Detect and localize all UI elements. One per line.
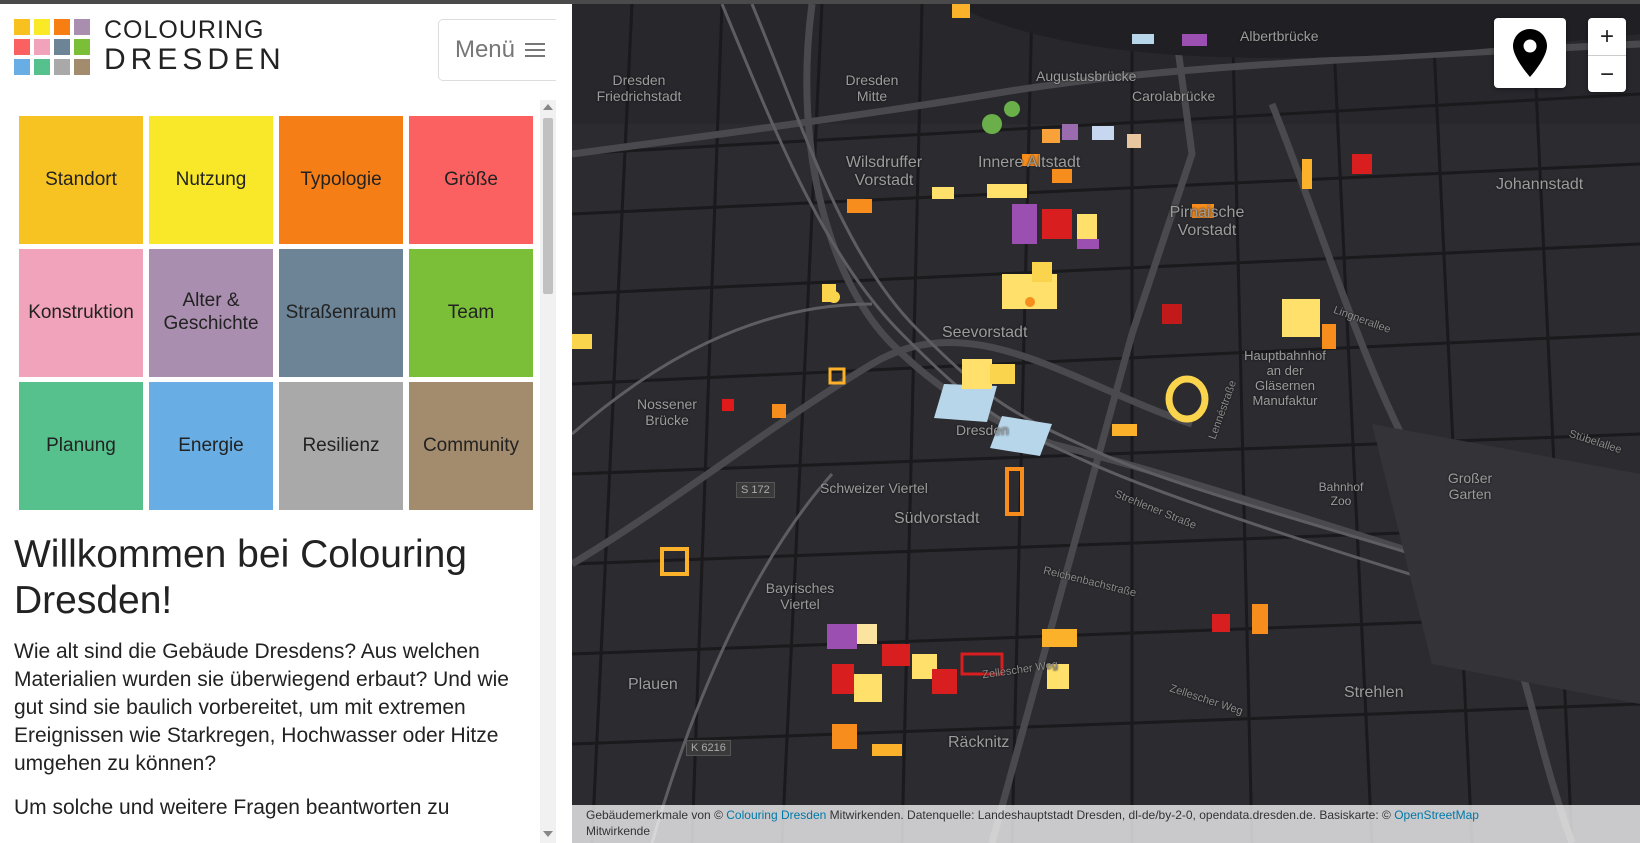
map-label-bahnhof-zoo: Bahnhof Zoo	[1318, 480, 1364, 508]
category-tile-typologie[interactable]: Typologie	[279, 116, 403, 244]
map-label-wilsdruffer-vorstadt: Wilsdruffer Vorstadt	[845, 154, 923, 189]
map-label-friedrichstadt: Dresden Friedrichstadt	[596, 72, 682, 104]
map-label-strehlen: Strehlen	[1344, 684, 1404, 701]
map-label-pirnaische-vorstadt: Pirnaische Vorstadt	[1169, 204, 1245, 239]
scroll-down-arrow-icon[interactable]	[543, 831, 553, 837]
zoom-out-button[interactable]: −	[1588, 56, 1626, 93]
sidebar-scrollbar[interactable]	[540, 100, 556, 843]
category-tile-community[interactable]: Community	[409, 382, 533, 510]
category-tile-strassenraum[interactable]: Straßenraum	[279, 249, 403, 377]
category-grid: Standort Nutzung Typologie Größe Konstru…	[19, 116, 533, 510]
logo-line2: DRESDEN	[104, 43, 286, 76]
map-label-dresden-hbf: Dresden	[956, 422, 1009, 438]
welcome-title: Willkommen bei Colouring Dresden!	[14, 533, 467, 622]
map-label-grosser-garten: Großer Garten	[1447, 470, 1493, 502]
category-tile-standort[interactable]: Standort	[19, 116, 143, 244]
left-panel: COLOURING DRESDEN Menü Standort Nutzung …	[0, 4, 556, 843]
header: COLOURING DRESDEN Menü	[0, 4, 556, 100]
map-view[interactable]: Albertbrücke Augustusbrücke Carolabrücke…	[572, 4, 1640, 843]
logo[interactable]: COLOURING DRESDEN	[14, 18, 286, 75]
locate-me-button[interactable]	[1494, 18, 1566, 88]
scrollbar-thumb[interactable]	[543, 118, 553, 294]
logo-color-grid	[14, 18, 90, 75]
logo-line1: COLOURING	[104, 16, 265, 44]
map-label-albertbruecke: Albertbrücke	[1240, 28, 1319, 44]
map-label-carolabruecke: Carolabrücke	[1132, 88, 1216, 104]
map-base	[572, 4, 1640, 843]
category-tile-team[interactable]: Team	[409, 249, 533, 377]
map-label-seevorstadt: Seevorstadt	[942, 324, 1028, 341]
attribution-prefix: Gebäudemerkmale von ©	[586, 808, 723, 822]
map-label-innere-altstadt: Innere Altstadt	[978, 154, 1081, 171]
map-label-bayrisches-viertel: Bayrisches Viertel	[765, 580, 835, 612]
hamburger-icon	[525, 39, 546, 61]
map-label-raecknitz: Räcknitz	[948, 734, 1010, 751]
road-shield-k6216: K 6216	[686, 740, 731, 756]
category-tile-nutzung[interactable]: Nutzung	[149, 116, 273, 244]
welcome-paragraph-1: Wie alt sind die Gebäude Dresdens? Aus w…	[14, 640, 509, 775]
road-shield-s172: S 172	[736, 482, 775, 498]
category-tile-energie[interactable]: Energie	[149, 382, 273, 510]
attribution-osm-link[interactable]: OpenStreetMap	[1394, 808, 1479, 822]
map-label-hauptbahnhof: Hauptbahnhof an der Gläsernen Manufaktur	[1244, 348, 1326, 408]
map-label-plauen: Plauen	[628, 676, 678, 693]
menu-button[interactable]: Menü	[438, 19, 556, 81]
sidebar-scroll-area[interactable]: Standort Nutzung Typologie Größe Konstru…	[0, 100, 556, 843]
welcome-section: Willkommen bei Colouring Dresden! Wie al…	[14, 532, 534, 838]
map-pin-icon	[1513, 29, 1547, 77]
map-label-schweizer-viertel: Schweizer Viertel	[820, 480, 928, 496]
zoom-control: + −	[1588, 18, 1626, 92]
category-tile-resilienz[interactable]: Resilienz	[279, 382, 403, 510]
map-label-suedvorstadt: Südvorstadt	[894, 510, 980, 527]
zoom-in-button[interactable]: +	[1588, 18, 1626, 56]
welcome-paragraph-2: Um solche und weitere Fragen beantworten…	[14, 796, 450, 819]
attribution-colouring-link[interactable]: Colouring Dresden	[726, 808, 826, 822]
category-tile-alter-geschichte[interactable]: Alter & Geschichte	[149, 249, 273, 377]
map-label-nossener-bruecke: Nossener Brücke	[637, 396, 697, 428]
map-attribution: Gebäudemerkmale von © Colouring Dresden …	[572, 805, 1640, 843]
logo-text: COLOURING DRESDEN	[104, 18, 286, 75]
attribution-middle: Mitwirkenden. Datenquelle: Landeshauptst…	[829, 808, 1391, 822]
category-tile-konstruktion[interactable]: Konstruktion	[19, 249, 143, 377]
category-tile-planung[interactable]: Planung	[19, 382, 143, 510]
map-label-johannstadt: Johannstadt	[1496, 176, 1584, 193]
map-label-augustusbruecke: Augustusbrücke	[1036, 68, 1137, 84]
category-tile-groesse[interactable]: Größe	[409, 116, 533, 244]
map-label-dresden-mitte: Dresden Mitte	[845, 72, 899, 104]
scroll-up-arrow-icon[interactable]	[543, 104, 553, 110]
menu-button-label: Menü	[454, 36, 516, 63]
attribution-suffix: Mitwirkende	[586, 824, 651, 838]
